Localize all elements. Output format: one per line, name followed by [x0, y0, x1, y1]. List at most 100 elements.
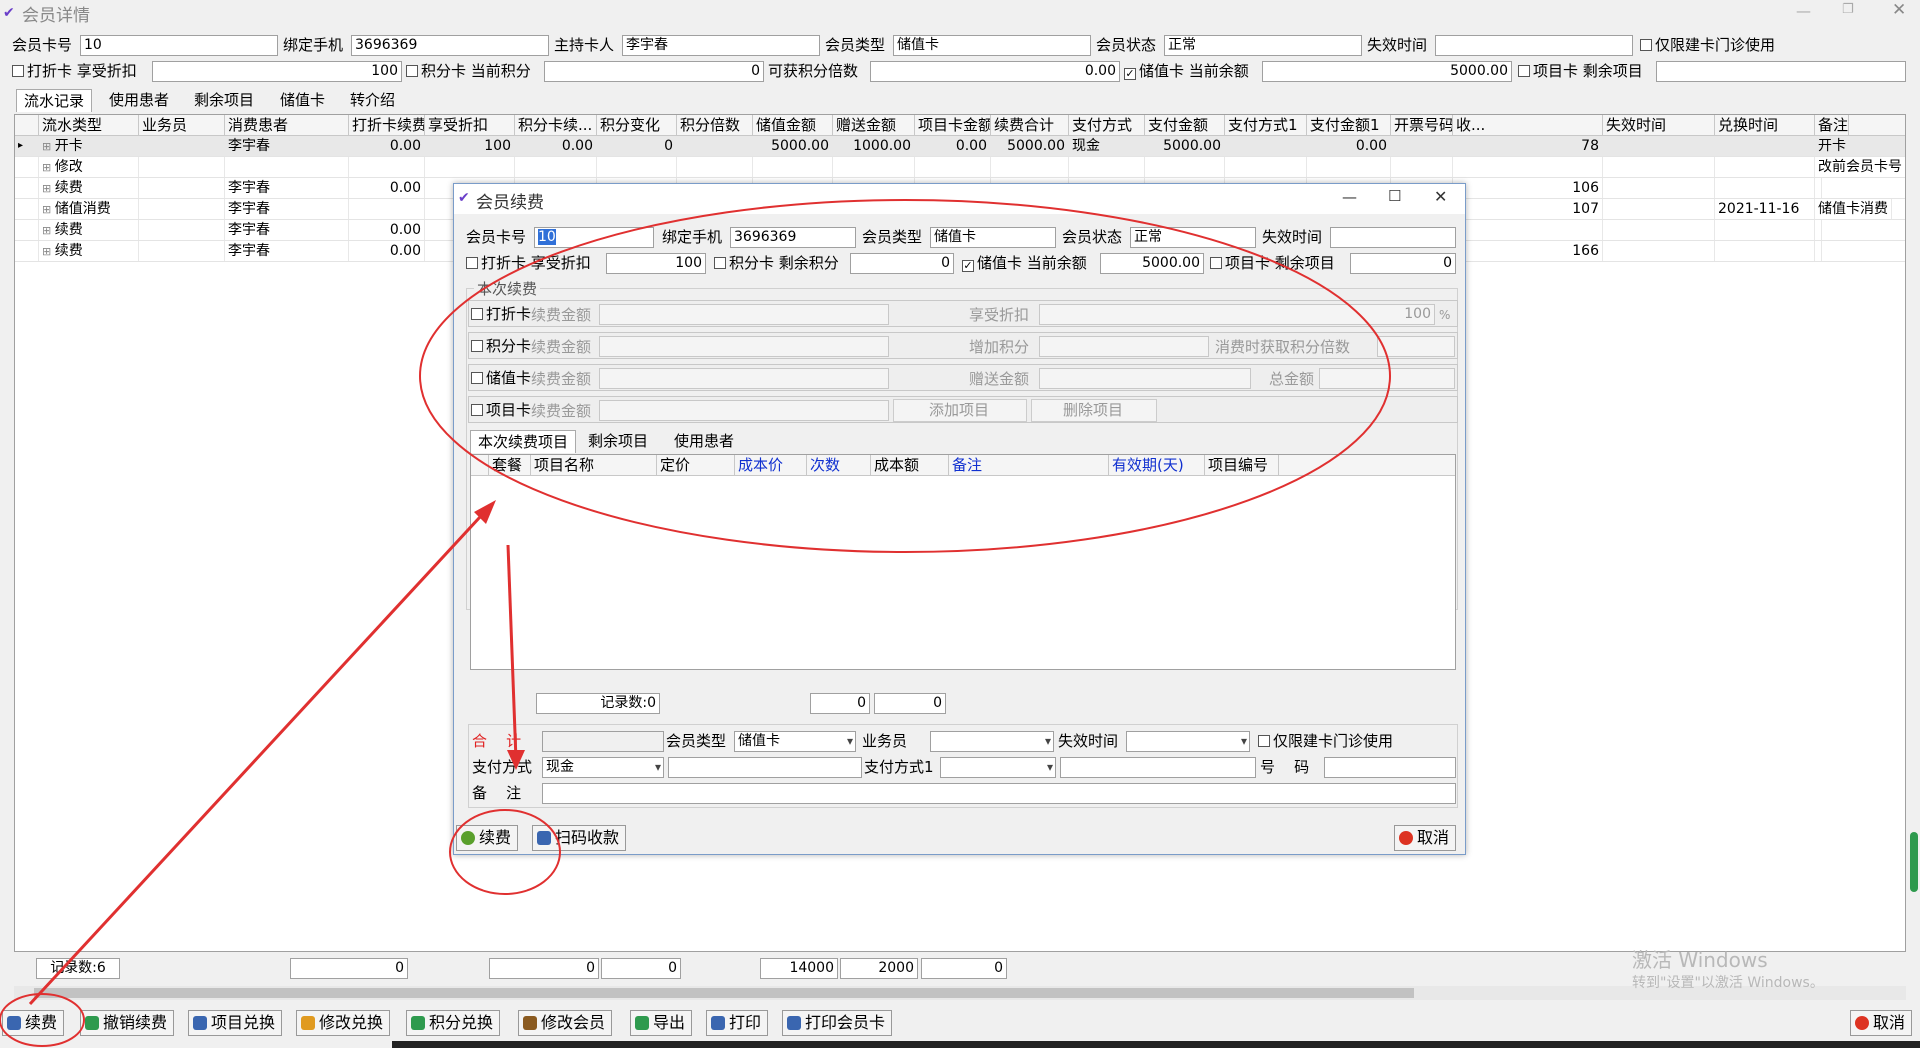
phone-field[interactable]: 3696369 [351, 35, 549, 56]
clinic-only-checkbox[interactable]: 仅限建卡门诊使用 [1640, 34, 1775, 56]
item-column-header[interactable]: 项目编号 [1205, 455, 1279, 476]
column-header[interactable]: 支付方式1 [1225, 115, 1307, 136]
opt-project-fee-field[interactable] [599, 400, 889, 421]
dlg-pay1-select[interactable] [940, 757, 1056, 778]
tab-remaining-items[interactable]: 剩余项目 [194, 89, 254, 111]
opt-stored-fee-field[interactable] [599, 368, 889, 389]
column-header[interactable]: 失效时间 [1603, 115, 1715, 136]
balance-field[interactable]: 5000.00 [1262, 61, 1512, 82]
dlg-scan-pay-button[interactable]: 扫码收款 [532, 825, 627, 851]
dlg-expire-field[interactable] [1330, 227, 1456, 248]
item-column-header[interactable]: 次数 [807, 455, 871, 476]
opt-points-fee-field[interactable] [599, 336, 889, 357]
tab-stored-card[interactable]: 储值卡 [280, 89, 325, 111]
close-icon[interactable]: ✕ [1892, 0, 1906, 20]
dlg-status-field[interactable]: 正常 [1130, 227, 1256, 248]
column-header[interactable]: 续费合计 [991, 115, 1069, 136]
dlg-points-card-checkbox[interactable]: 积分卡 剩余积分 [714, 252, 839, 274]
opt-discount-fee-field[interactable] [599, 304, 889, 325]
dialog-maximize-icon[interactable]: ☐ [1388, 187, 1401, 205]
expand-icon[interactable]: ⊞ [42, 161, 55, 174]
scrollbar-thumb[interactable] [34, 988, 1414, 998]
column-header[interactable]: 打折卡续费金额 [349, 115, 425, 136]
column-header[interactable]: 积分卡续... [515, 115, 597, 136]
tab-flow-records[interactable]: 流水记录 [16, 89, 93, 112]
export-button[interactable]: 导出 [630, 1010, 693, 1036]
stored-card-checkbox[interactable]: ✓ 储值卡 当前余额 [1124, 60, 1249, 82]
column-header[interactable]: 支付金额1 [1307, 115, 1391, 136]
points-exchange-button[interactable]: 积分兑换 [406, 1010, 501, 1036]
status-field[interactable]: 正常 [1164, 35, 1362, 56]
renew-button[interactable]: 续费 [2, 1010, 65, 1036]
dlg-expire2-select[interactable] [1126, 731, 1250, 752]
print-card-button[interactable]: 打印会员卡 [782, 1010, 893, 1036]
delete-item-button[interactable]: 删除项目 [1031, 399, 1157, 422]
points-multiplier-field[interactable]: 0.00 [870, 61, 1120, 82]
dlg-pay1-amount[interactable] [1060, 757, 1256, 778]
expand-icon[interactable]: ⊞ [42, 224, 55, 237]
opt-discount-checkbox[interactable]: 打折卡 [471, 303, 531, 325]
dialog-minimize-icon[interactable]: — [1342, 188, 1357, 206]
expand-icon[interactable]: ⊞ [42, 182, 55, 195]
item-column-header[interactable]: 定价 [657, 455, 735, 476]
column-header[interactable]: 项目卡金额 [915, 115, 991, 136]
edit-member-button[interactable]: 修改会员 [518, 1010, 613, 1036]
dlg-pay-amount[interactable] [668, 757, 862, 778]
dlg-cancel-button[interactable]: 取消 [1394, 825, 1457, 851]
expand-icon[interactable]: ⊞ [42, 203, 55, 216]
dlg-project-card-checkbox[interactable]: 项目卡 剩余项目 [1210, 252, 1335, 274]
remaining-field[interactable] [1656, 61, 1906, 82]
table-row[interactable]: ⊞ 修改 改前会员卡号 [15, 157, 1905, 178]
item-exchange-button[interactable]: 项目兑换 [188, 1010, 283, 1036]
column-header[interactable]: 流水类型 [39, 115, 139, 136]
expire-field[interactable] [1435, 35, 1633, 56]
dlg-balance-field[interactable]: 5000.00 [1100, 253, 1204, 274]
points-field[interactable]: 0 [544, 61, 764, 82]
dlg-clinic-only-checkbox[interactable]: 仅限建卡门诊使用 [1258, 730, 1393, 752]
expand-icon[interactable]: ⊞ [42, 245, 55, 258]
dlg-type-field[interactable]: 储值卡 [930, 227, 1056, 248]
table-row[interactable]: ▸ ⊞ 开卡 李宇春 0.00 100 0.00 0 5000.00 1000.00 0.00 50… [15, 136, 1905, 157]
column-header[interactable]: 积分变化 [597, 115, 677, 136]
item-column-header[interactable]: 成本价 [735, 455, 807, 476]
dlg-note-field[interactable] [542, 783, 1456, 804]
print-button[interactable]: 打印 [706, 1010, 769, 1036]
column-header[interactable]: 支付金额 [1145, 115, 1225, 136]
dlg-number-field[interactable] [1324, 757, 1456, 778]
column-header[interactable]: 享受折扣 [425, 115, 515, 136]
restore-icon[interactable]: ❐ [1842, 2, 1854, 17]
dlg-remaining-field[interactable]: 0 [1350, 253, 1456, 274]
opt-gift-field[interactable] [1039, 368, 1251, 389]
type-field[interactable]: 储值卡 [893, 35, 1091, 56]
column-header[interactable]: 积分倍数 [677, 115, 753, 136]
opt-multiplier-field[interactable] [1377, 336, 1455, 357]
column-header[interactable]: 储值金额 [753, 115, 833, 136]
add-item-button[interactable]: 添加项目 [893, 399, 1027, 422]
points-card-checkbox[interactable]: 积分卡 当前积分 [406, 60, 531, 82]
dlg-discount-card-checkbox[interactable]: 打折卡 享受折扣 [466, 252, 591, 274]
dlg-member-type-select[interactable]: 储值卡 [734, 731, 856, 752]
edit-exchange-button[interactable]: 修改兑换 [296, 1010, 391, 1036]
column-header[interactable]: 赠送金额 [833, 115, 915, 136]
item-column-header[interactable]: 备注 [949, 455, 1109, 476]
discount-field[interactable]: 100 [152, 61, 402, 82]
opt-project-checkbox[interactable]: 项目卡 [471, 399, 531, 421]
column-header[interactable]: 兑换时间 [1715, 115, 1815, 136]
holder-field[interactable]: 李宇春 [622, 35, 820, 56]
opt-add-points-field[interactable] [1039, 336, 1209, 357]
card-no-field[interactable]: 10 [80, 35, 278, 56]
opt-stored-checkbox[interactable]: 储值卡 [471, 367, 531, 389]
subtab-patients[interactable]: 使用患者 [674, 430, 734, 452]
dlg-phone-field[interactable]: 3696369 [730, 227, 856, 248]
column-header[interactable]: 消费患者 [225, 115, 349, 136]
dlg-pay-select[interactable]: 现金 [542, 757, 664, 778]
opt-total-field[interactable] [1319, 368, 1455, 389]
column-header[interactable]: 支付方式 [1069, 115, 1145, 136]
item-column-header[interactable]: 有效期(天) [1109, 455, 1205, 476]
discount-card-checkbox[interactable]: 打折卡 享受折扣 [12, 60, 137, 82]
column-header[interactable]: 备注 [1815, 115, 1850, 136]
item-column-header[interactable]: 项目名称 [531, 455, 657, 476]
dlg-points-field[interactable]: 0 [850, 253, 954, 274]
item-column-header[interactable]: 成本额 [871, 455, 949, 476]
minimize-icon[interactable]: — [1796, 2, 1811, 20]
